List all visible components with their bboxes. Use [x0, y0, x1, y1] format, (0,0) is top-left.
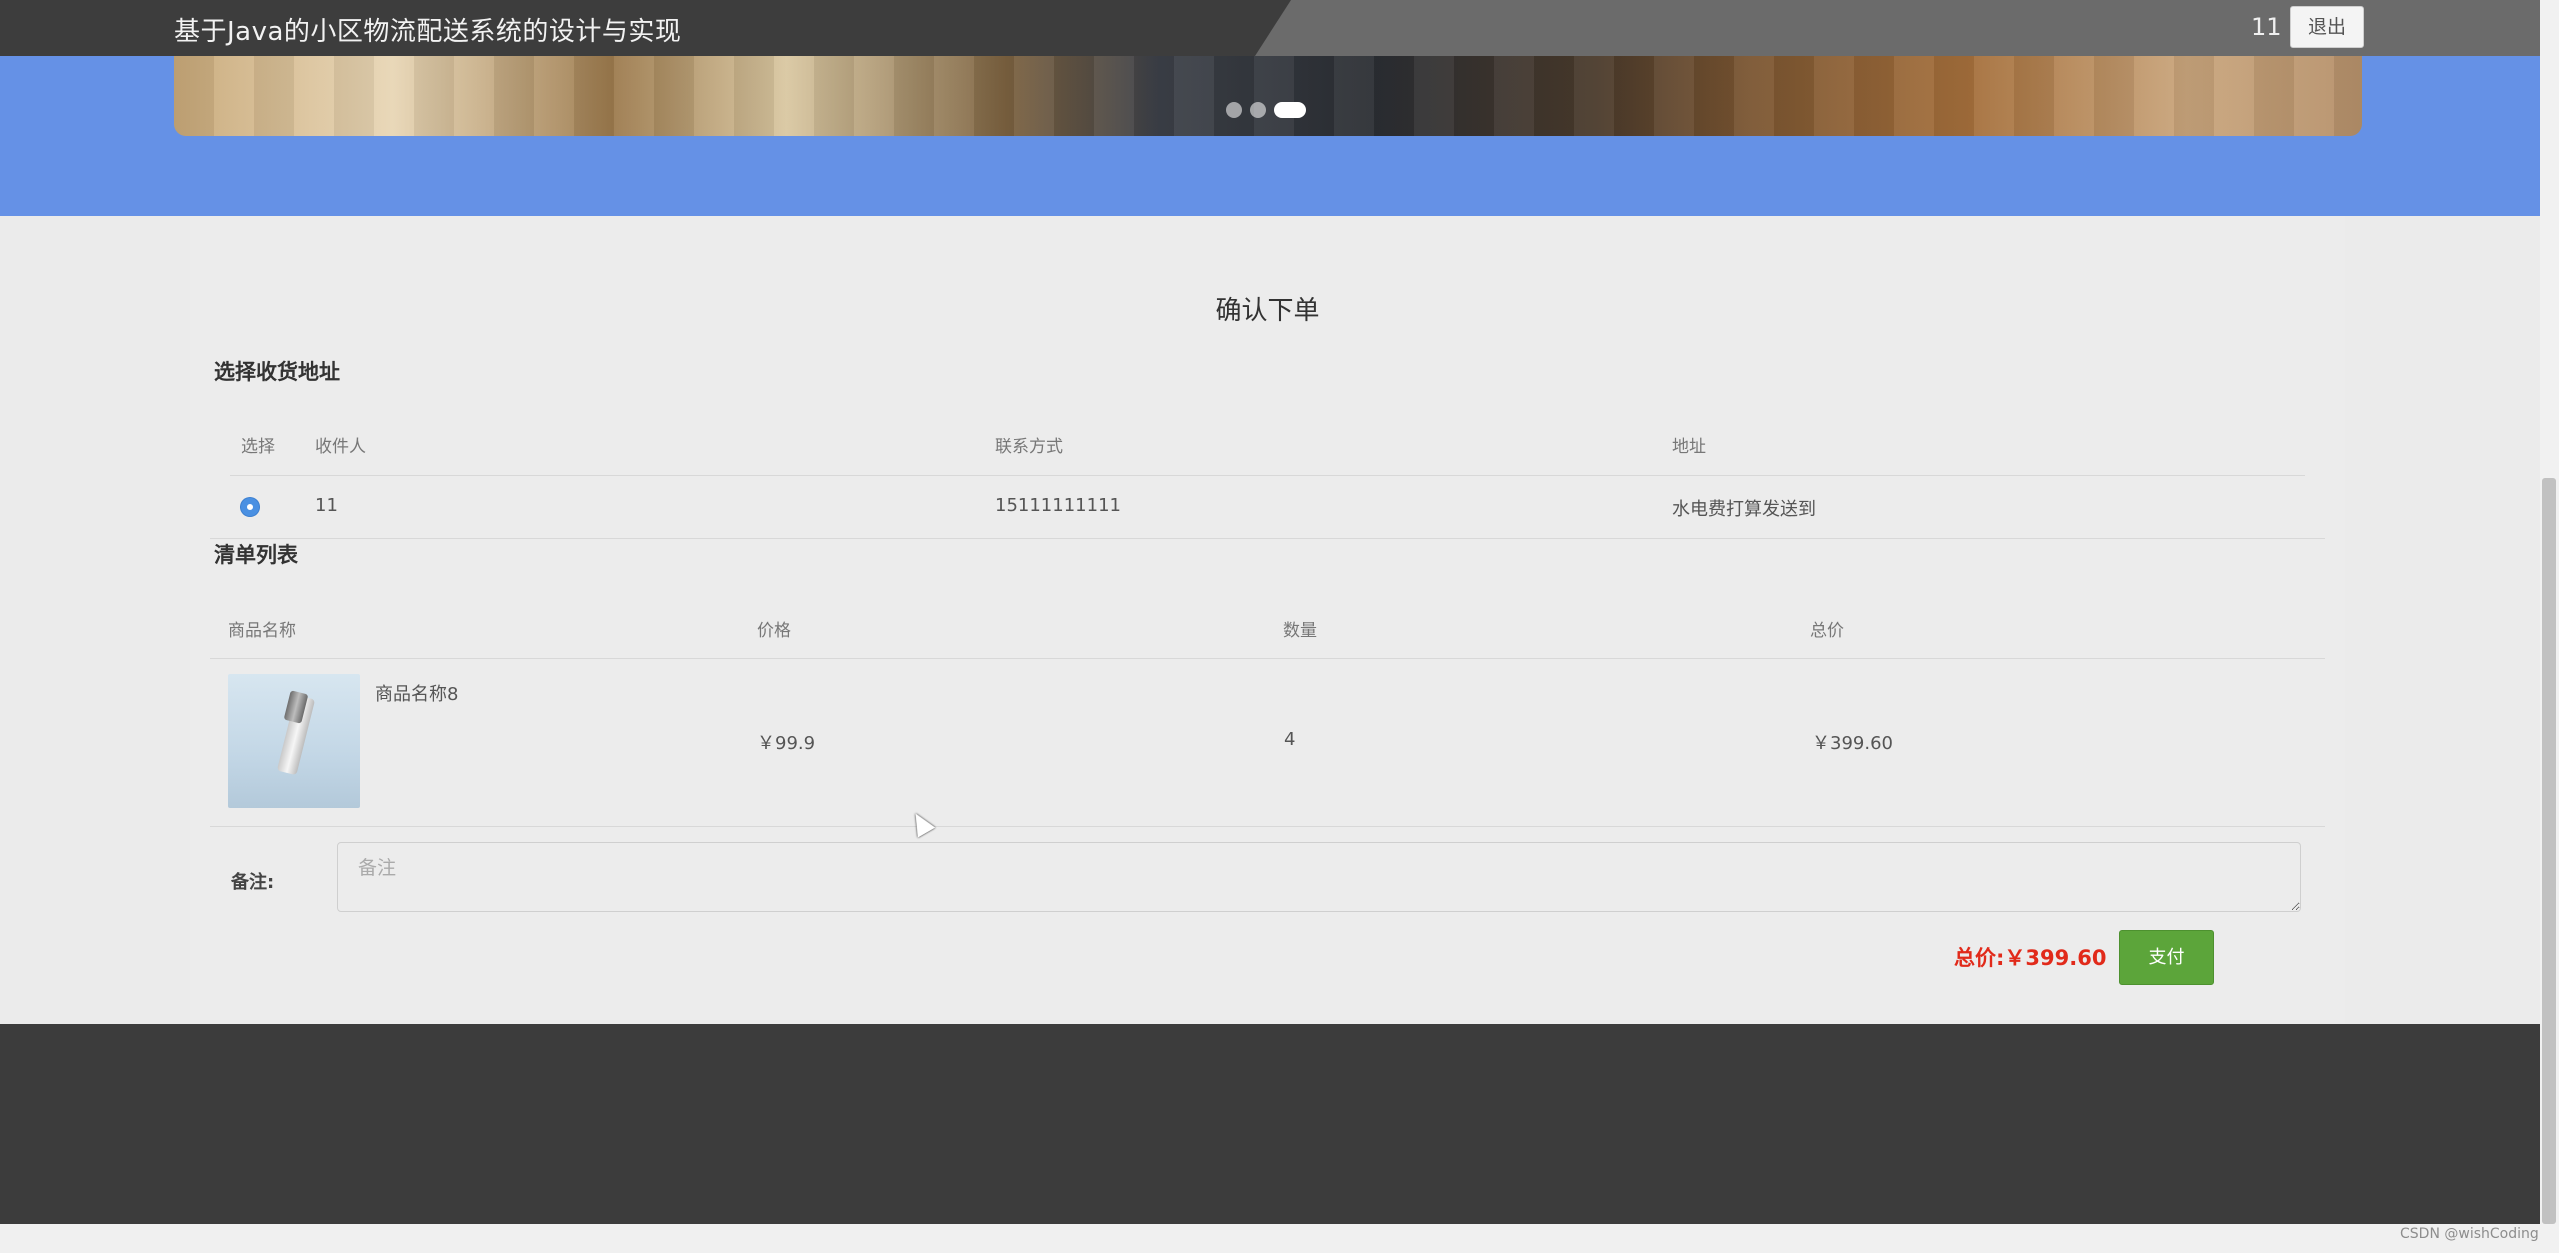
- address-radio-selected[interactable]: [241, 498, 259, 516]
- pay-button[interactable]: 支付: [2119, 930, 2214, 985]
- remark-label: 备注:: [231, 872, 275, 893]
- order-header-quantity: 数量: [1283, 621, 1317, 641]
- carousel-dot-2[interactable]: [1250, 102, 1266, 118]
- app-title: 基于Java的小区物流配送系统的设计与实现: [174, 17, 682, 47]
- address-header-divider: [230, 475, 2305, 476]
- order-header-name: 商品名称: [228, 621, 296, 641]
- order-header-price: 价格: [757, 621, 791, 641]
- watermark: CSDN @wishCoding: [2400, 1226, 2539, 1242]
- address-phone: 15111111111: [995, 495, 1121, 516]
- address-detail: 水电费打算发送到: [1672, 499, 1816, 520]
- footer: [0, 1024, 2540, 1224]
- address-header-phone: 联系方式: [995, 437, 1063, 457]
- remark-textarea[interactable]: [337, 842, 2301, 912]
- product-subtotal: ￥399.60: [1812, 733, 1893, 754]
- product-name[interactable]: 商品名称8: [375, 680, 458, 706]
- order-total: 总价:￥399.60: [1954, 946, 2107, 970]
- order-section-title: 清单列表: [214, 543, 298, 567]
- product-thumbnail[interactable]: [228, 674, 360, 808]
- carousel-indicators: [1226, 102, 1306, 118]
- top-navbar: 基于Java的小区物流配送系统的设计与实现 11 退出: [0, 0, 2540, 56]
- address-recipient: 11: [315, 495, 338, 516]
- product-quantity: 4: [1284, 729, 1296, 750]
- user-name[interactable]: 11: [2251, 13, 2282, 41]
- address-section-title: 选择收货地址: [214, 360, 340, 384]
- address-header-recipient: 收件人: [315, 437, 366, 457]
- page-title: 确认下单: [1215, 296, 1320, 326]
- address-header-select: 选择: [241, 437, 275, 457]
- carousel-dot-3-active[interactable]: [1274, 102, 1306, 118]
- order-header-subtotal: 总价: [1810, 621, 1844, 641]
- logout-button[interactable]: 退出: [2290, 6, 2364, 48]
- carousel-image[interactable]: [174, 56, 2362, 136]
- order-row-divider: [210, 826, 2325, 827]
- scrollbar-thumb[interactable]: [2542, 478, 2556, 1224]
- banner: [0, 56, 2540, 216]
- carousel-dot-1[interactable]: [1226, 102, 1242, 118]
- order-header-divider: [210, 658, 2325, 659]
- address-row-divider: [210, 538, 2325, 539]
- product-price: ￥99.9: [757, 733, 816, 754]
- address-header-address: 地址: [1672, 437, 1706, 457]
- bottom-strip: [0, 1224, 2540, 1253]
- carousel-photo: [174, 56, 2362, 136]
